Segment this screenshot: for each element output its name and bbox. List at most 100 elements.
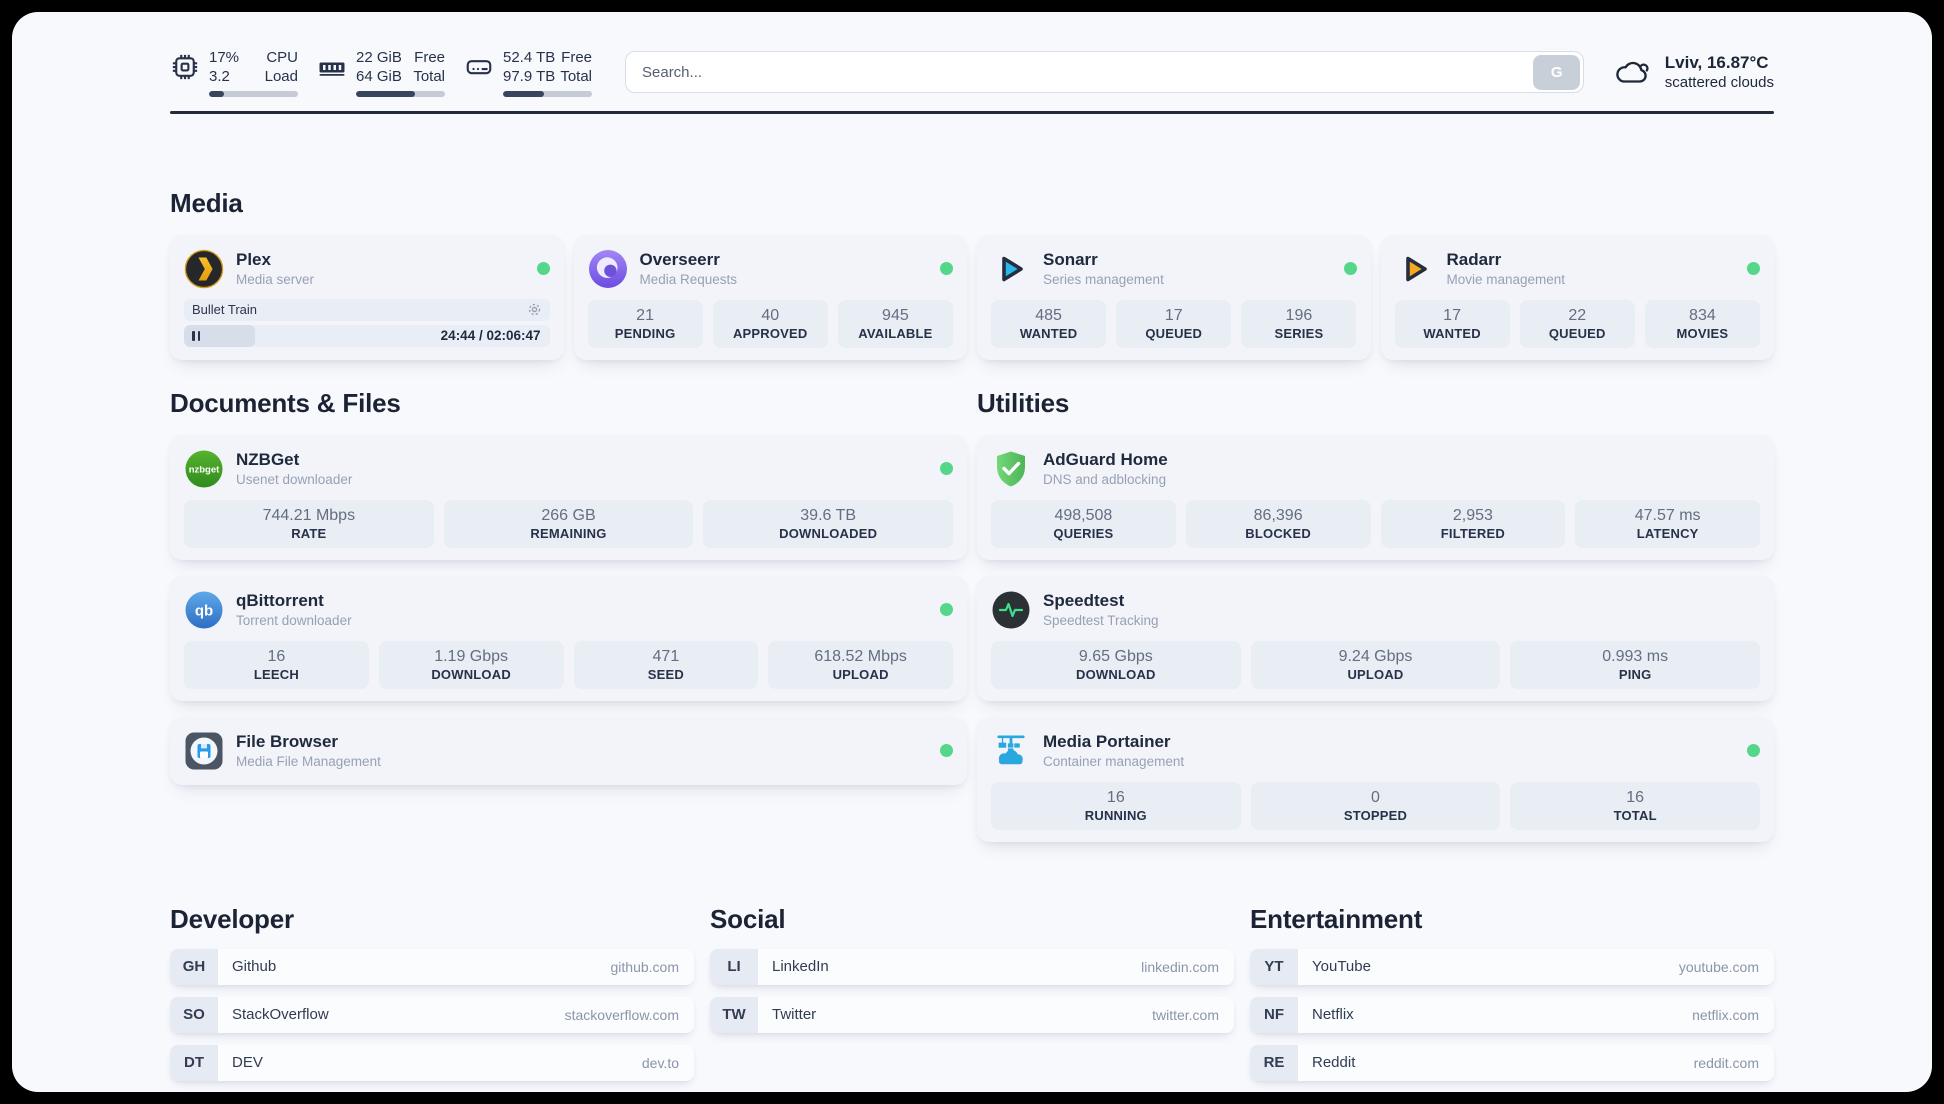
system-stats: 17% CPU 3.2 Load 22 GiB Free 64 GiB Tota… (170, 48, 592, 97)
link-abbr-badge: NF (1250, 996, 1298, 1033)
link-abbr-badge: LI (710, 948, 758, 985)
stat-box-remaining: 266 GB REMAINING (443, 499, 694, 548)
section-utilities: Utilities AdGuard Home DNS and adblockin… (977, 388, 1774, 842)
status-online-dot (536, 262, 550, 275)
app-card-nzbget[interactable]: nzbget NZBGet Usenet downloader 744.21 M… (170, 434, 967, 560)
app-subtitle: Movie management (1446, 272, 1566, 287)
stat-box-leech: 16 LEECH (184, 640, 369, 689)
stat-box-available: 945 AVAILABLE (837, 299, 953, 348)
link-abbr-badge: DT (170, 1044, 218, 1081)
app-card-speedtest[interactable]: Speedtest Speedtest Tracking 9.65 Gbps D… (977, 575, 1774, 701)
link-row-youtube[interactable]: YT YouTube youtube.com (1250, 948, 1774, 985)
playback-progress-bar[interactable]: 24:44 / 02:06:47 (184, 324, 550, 347)
cpu-usage-value: 17% (209, 49, 240, 66)
section-title-utilities: Utilities (977, 387, 1070, 418)
app-card-portainer[interactable]: Media Portainer Container management 16 … (977, 716, 1774, 842)
search-input[interactable] (625, 51, 1584, 94)
weather-condition: scattered clouds (1664, 74, 1774, 92)
stat-box-queued: 22 QUEUED (1519, 299, 1635, 348)
link-row-stackoverflow[interactable]: SO StackOverflow stackoverflow.com (170, 996, 694, 1033)
ram-stat-widget: 22 GiB Free 64 GiB Total (317, 48, 445, 97)
app-subtitle: Torrent downloader (236, 613, 352, 628)
status-online-dot (1747, 262, 1760, 275)
app-name: Speedtest (1043, 591, 1125, 610)
link-abbr-badge: SO (170, 996, 218, 1033)
section-title-media: Media (170, 187, 243, 218)
stat-box-downloaded: 39.6 TB DOWNLOADED (703, 499, 953, 548)
app-subtitle: Media server (236, 272, 315, 287)
section-documents: Documents & Files nzbget NZBGet Usenet d… (170, 388, 967, 785)
stat-box-latency: 47.57 ms LATENCY (1575, 499, 1760, 548)
app-card-sonarr[interactable]: Sonarr Series management 485 WANTED 17 Q… (977, 234, 1371, 360)
cpu-load-label: Load (264, 68, 298, 85)
qbittorrent-logo-text: qb (195, 602, 213, 619)
search-bar: G (625, 51, 1584, 94)
stat-box-download: 9.65 Gbps DOWNLOAD (991, 640, 1241, 689)
disk-total-label: Total (560, 68, 592, 85)
section-title-entertainment: Entertainment (1250, 903, 1423, 934)
app-name: NZBGet (236, 450, 300, 469)
link-row-dev[interactable]: DT DEV dev.to (170, 1044, 694, 1081)
radarr-icon (1405, 256, 1427, 281)
link-row-linkedin[interactable]: LI LinkedIn linkedin.com (710, 948, 1234, 985)
ram-total-label: Total (413, 68, 445, 85)
link-url: github.com (610, 958, 679, 975)
app-name: Overseerr (639, 250, 720, 269)
app-subtitle: Media Requests (639, 272, 738, 287)
section-title-developer: Developer (170, 903, 294, 934)
ram-icon (319, 62, 345, 76)
link-row-reddit[interactable]: RE Reddit reddit.com (1250, 1044, 1774, 1081)
app-card-filebrowser[interactable]: File Browser Media File Management (170, 716, 967, 785)
app-name: AdGuard Home (1043, 450, 1168, 469)
playback-time: 24:44 / 02:06:47 (440, 327, 541, 343)
stat-box-ping: 0.993 ms PING (1510, 640, 1760, 689)
sonarr-icon (1002, 256, 1023, 281)
stat-box-approved: 40 APPROVED (712, 299, 828, 348)
stat-box-queued: 17 QUEUED (1116, 299, 1232, 348)
app-name: Media Portainer (1043, 732, 1171, 751)
adguard-icon (997, 451, 1025, 486)
stat-box-rate: 744.21 Mbps RATE (184, 499, 434, 548)
link-row-netflix[interactable]: NF Netflix netflix.com (1250, 996, 1774, 1033)
stat-box-download: 1.19 Gbps DOWNLOAD (378, 640, 564, 689)
section-media: Media Plex Media server Bullet Train 24:… (170, 188, 1774, 360)
ram-progress-bar (356, 91, 445, 97)
gear-icon[interactable] (527, 302, 542, 317)
section-title-social: Social (710, 903, 786, 934)
pause-icon[interactable] (192, 330, 201, 341)
disk-icon (466, 60, 492, 75)
stat-box-series: 196 SERIES (1241, 299, 1357, 348)
app-name: File Browser (236, 732, 339, 751)
nzbget-logo-text: nzbget (189, 464, 220, 475)
portainer-icon (997, 735, 1025, 764)
disk-free-label: Free (561, 49, 592, 66)
search-engine-button[interactable]: G (1533, 54, 1581, 90)
status-online-dot (940, 262, 953, 275)
app-card-overseerr[interactable]: Overseerr Media Requests 21 PENDING 40 A… (573, 234, 967, 360)
now-playing-title: Bullet Train (192, 302, 258, 317)
stat-box-queries: 498,508 QUERIES (991, 499, 1176, 548)
link-url: youtube.com (1678, 958, 1759, 975)
app-card-adguard[interactable]: AdGuard Home DNS and adblocking 498,508 … (977, 434, 1774, 560)
app-card-plex[interactable]: Plex Media server Bullet Train 24:44 / 0 (170, 234, 564, 360)
link-row-github[interactable]: GH Github github.com (170, 948, 694, 985)
app-card-qbittorrent[interactable]: qb qBittorrent Torrent downloader 16 LEE… (170, 575, 967, 701)
cpu-stat-widget: 17% CPU 3.2 Load (170, 48, 298, 97)
ram-total-value: 64 GiB (356, 68, 402, 85)
app-subtitle: Speedtest Tracking (1043, 613, 1159, 628)
header-bar: 17% CPU 3.2 Load 22 GiB Free 64 GiB Tota… (170, 48, 1774, 97)
app-card-radarr[interactable]: Radarr Movie management 17 WANTED 22 QUE… (1380, 234, 1774, 360)
cpu-progress-bar (209, 91, 298, 97)
cpu-label: CPU (266, 49, 298, 66)
link-name: Reddit (1312, 1054, 1356, 1071)
stat-box-movies: 834 MOVIES (1644, 299, 1760, 348)
link-row-twitter[interactable]: TW Twitter twitter.com (710, 996, 1234, 1033)
app-subtitle: Series management (1043, 272, 1164, 287)
qbittorrent-icon: qb (185, 591, 223, 628)
nzbget-icon: nzbget (185, 450, 223, 487)
section-developer: Developer GH Github github.com SO StackO… (170, 904, 694, 1081)
stat-box-wanted: 485 WANTED (991, 299, 1107, 348)
link-url: stackoverflow.com (564, 1006, 679, 1023)
link-url: dev.to (641, 1054, 679, 1071)
ram-free-label: Free (414, 49, 445, 66)
